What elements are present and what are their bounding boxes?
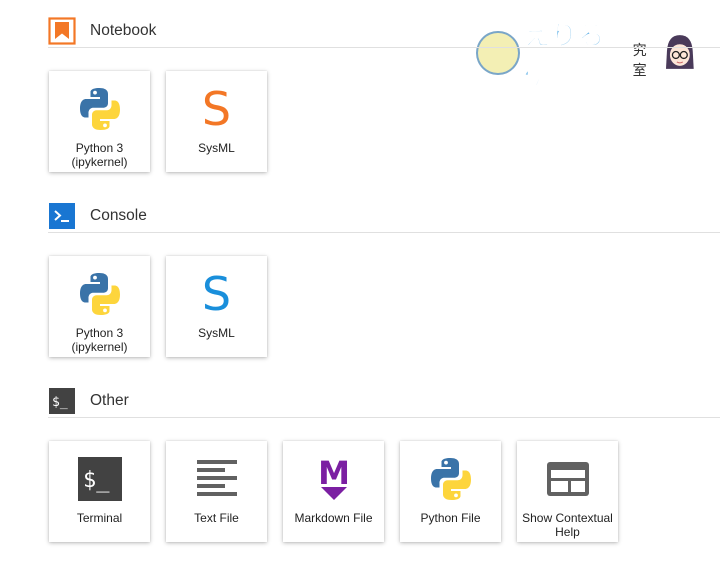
show-contextual-help-card[interactable]: Show Contextual Help xyxy=(517,441,618,542)
console-sysml-card[interactable]: S SysML xyxy=(166,256,267,357)
other-section-title: Other xyxy=(90,392,129,409)
notebook-bookmark-icon xyxy=(48,17,76,45)
notebook-section-header: Notebook xyxy=(48,17,720,48)
terminal-icon: $_ xyxy=(75,454,125,504)
console-section-header: Console xyxy=(48,202,720,233)
card-label: SysML xyxy=(195,141,238,155)
console-section-title: Console xyxy=(90,207,147,224)
python-logo-icon xyxy=(75,269,125,319)
sysml-s-icon: S xyxy=(192,269,242,319)
sysml-s-glyph: S xyxy=(201,267,232,321)
markdown-file-card[interactable]: M Markdown File xyxy=(283,441,384,542)
card-label: SysML xyxy=(195,326,238,340)
launcher-page: えりる研 究室 Notebook Python 3 (ipykernel) S … xyxy=(0,0,720,576)
card-label-line1: Python 3 xyxy=(75,326,124,340)
other-section-header: $_ Other xyxy=(48,387,720,418)
card-label-line2: Help xyxy=(555,525,580,539)
terminal-dollar-icon: $_ xyxy=(48,387,76,415)
card-label-line2: (ipykernel) xyxy=(71,340,128,354)
contextual-help-icon xyxy=(543,454,593,504)
card-label-line1: Python File xyxy=(420,511,481,525)
card-label: Terminal xyxy=(74,511,125,525)
card-label-line1: SysML xyxy=(198,141,235,155)
card-label-line1: Show Contextual xyxy=(522,511,613,525)
text-file-card[interactable]: Text File xyxy=(166,441,267,542)
console-prompt-icon xyxy=(48,202,76,230)
card-label-line1: Python 3 xyxy=(75,141,124,155)
notebook-sysml-card[interactable]: S SysML xyxy=(166,71,267,172)
svg-text:$_: $_ xyxy=(83,468,110,493)
card-label-line1: Markdown File xyxy=(294,511,373,525)
svg-text:M: M xyxy=(318,454,350,492)
python-logo-icon xyxy=(426,454,476,504)
svg-text:$_: $_ xyxy=(52,395,68,410)
terminal-card[interactable]: $_ Terminal xyxy=(49,441,150,542)
python-file-card[interactable]: Python File xyxy=(400,441,501,542)
notebook-section-title: Notebook xyxy=(90,22,157,39)
notebook-python3-card[interactable]: Python 3 (ipykernel) xyxy=(49,71,150,172)
card-label: Python 3 (ipykernel) xyxy=(68,326,130,354)
console-cards: Python 3 (ipykernel) S SysML xyxy=(49,256,267,357)
markdown-icon: M xyxy=(309,454,359,504)
other-cards: $_ Terminal Text File M Markdown File Py… xyxy=(49,441,618,542)
card-label: Text File xyxy=(191,511,242,525)
python-logo-icon xyxy=(75,84,125,134)
console-python3-card[interactable]: Python 3 (ipykernel) xyxy=(49,256,150,357)
card-label: Python File xyxy=(417,511,483,525)
card-label-line2: (ipykernel) xyxy=(71,155,128,169)
text-file-icon xyxy=(192,454,242,504)
sysml-s-glyph: S xyxy=(201,82,232,136)
sysml-s-icon: S xyxy=(192,84,242,134)
card-label: Markdown File xyxy=(291,511,375,525)
card-label-line1: Text File xyxy=(194,511,239,525)
card-label-line1: SysML xyxy=(198,326,235,340)
notebook-cards: Python 3 (ipykernel) S SysML xyxy=(49,71,267,172)
card-label: Python 3 (ipykernel) xyxy=(68,141,130,169)
card-label: Show Contextual Help xyxy=(519,511,616,539)
card-label-line1: Terminal xyxy=(76,511,123,525)
